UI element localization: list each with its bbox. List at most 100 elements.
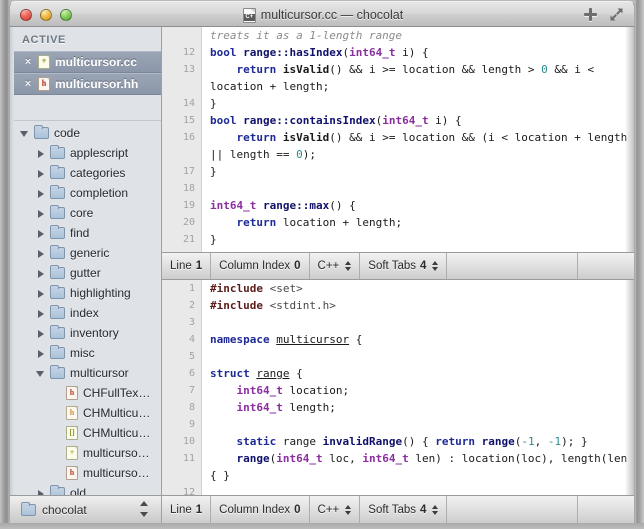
language-selector[interactable]: C++ xyxy=(310,496,361,523)
tree-file-chmulticu[interactable]: hCHMulticu… xyxy=(10,403,161,423)
tree-file-chmulticu[interactable]: []CHMulticu… xyxy=(10,423,161,443)
code-text[interactable]: #include <set> xyxy=(202,280,635,297)
code-text[interactable]: return isValid() && i >= location && len… xyxy=(202,61,635,95)
code-line[interactable]: 12bool range::hasIndex(int64_t i) { xyxy=(162,44,635,61)
code-line[interactable]: 21} xyxy=(162,231,635,248)
code-text[interactable]: int64_t length; xyxy=(202,399,635,416)
code-line[interactable]: 9 xyxy=(162,416,635,433)
line-indicator[interactable]: Line 1 xyxy=(162,253,211,279)
tree-folder-find[interactable]: find xyxy=(10,223,161,243)
tree-folder-inventory[interactable]: inventory xyxy=(10,323,161,343)
line-indicator[interactable]: Line 1 xyxy=(162,496,211,523)
soft-tabs-selector[interactable]: Soft Tabs 4 xyxy=(360,253,447,279)
chevron-right-icon[interactable] xyxy=(36,149,45,158)
code-line[interactable]: 8 int64_t length; xyxy=(162,399,635,416)
editor-pane-bottom[interactable]: 1#include <set>2#include <stdint.h>34nam… xyxy=(162,280,635,495)
code-line[interactable]: 4namespace multicursor { xyxy=(162,331,635,348)
chevron-right-icon[interactable] xyxy=(36,249,45,258)
chevron-down-icon[interactable] xyxy=(20,129,29,138)
code-line[interactable]: 5 xyxy=(162,348,635,365)
code-text[interactable]: treats it as a 1-length range xyxy=(202,27,635,44)
language-selector[interactable]: C++ xyxy=(310,253,361,279)
active-file-multicursor-hh[interactable]: × h multicursor.hh xyxy=(10,73,161,95)
active-file-multicursor-cc[interactable]: × + multicursor.cc xyxy=(10,51,161,73)
fullscreen-button[interactable] xyxy=(608,6,625,23)
code-line[interactable]: 1#include <set> xyxy=(162,280,635,297)
code-line[interactable]: 14} xyxy=(162,95,635,112)
code-lines-top[interactable]: treats it as a 1-length range12bool rang… xyxy=(162,27,635,252)
chevron-right-icon[interactable] xyxy=(36,309,45,318)
tree-folder-generic[interactable]: generic xyxy=(10,243,161,263)
code-text[interactable]: int64_t range::max() { xyxy=(202,197,635,214)
minimize-button[interactable] xyxy=(40,9,52,21)
code-line[interactable]: 13 return isValid() && i >= location && … xyxy=(162,61,635,95)
tree-folder-multicursor[interactable]: multicursor xyxy=(10,363,161,383)
code-text[interactable] xyxy=(202,416,635,433)
tree-folder-applescript[interactable]: applescript xyxy=(10,143,161,163)
code-text[interactable] xyxy=(202,314,635,331)
code-line[interactable]: 15bool range::containsIndex(int64_t i) { xyxy=(162,112,635,129)
chevron-right-icon[interactable] xyxy=(36,189,45,198)
tree-folder-completion[interactable]: completion xyxy=(10,183,161,203)
project-stepper[interactable] xyxy=(139,501,148,517)
code-line[interactable]: 17} xyxy=(162,163,635,180)
code-text[interactable] xyxy=(202,180,635,197)
code-text[interactable] xyxy=(202,348,635,365)
tree-folder-core[interactable]: core xyxy=(10,203,161,223)
code-line[interactable]: 16 return isValid() && i >= location && … xyxy=(162,129,635,163)
code-line[interactable]: 3 xyxy=(162,314,635,331)
soft-tabs-selector[interactable]: Soft Tabs 4 xyxy=(360,496,447,523)
code-line[interactable]: 19int64_t range::max() { xyxy=(162,197,635,214)
close-button[interactable] xyxy=(20,9,32,21)
column-indicator[interactable]: Column Index 0 xyxy=(211,496,309,523)
code-text[interactable]: static range invalidRange() { return ran… xyxy=(202,433,635,450)
code-line[interactable]: 12 xyxy=(162,484,635,495)
chevron-right-icon[interactable] xyxy=(36,269,45,278)
code-text[interactable]: return location + length; xyxy=(202,214,635,231)
code-text[interactable]: bool range::containsIndex(int64_t i) { xyxy=(202,112,635,129)
window-titlebar[interactable]: C+ multicursor.cc — chocolat xyxy=(9,1,635,27)
code-text[interactable]: namespace multicursor { xyxy=(202,331,635,348)
zoom-button[interactable] xyxy=(60,9,72,21)
chevron-right-icon[interactable] xyxy=(36,209,45,218)
code-lines-bottom[interactable]: 1#include <set>2#include <stdint.h>34nam… xyxy=(162,280,635,495)
code-viewport-bottom[interactable]: 1#include <set>2#include <stdint.h>34nam… xyxy=(162,280,635,495)
tree-file-multicurso[interactable]: hmulticurso… xyxy=(10,463,161,483)
close-icon[interactable]: × xyxy=(23,78,33,90)
chevron-right-icon[interactable] xyxy=(36,289,45,298)
code-text[interactable]: } xyxy=(202,231,635,248)
code-line[interactable]: 10 static range invalidRange() { return … xyxy=(162,433,635,450)
chevron-right-icon[interactable] xyxy=(36,169,45,178)
code-text[interactable]: bool range::hasIndex(int64_t i) { xyxy=(202,44,635,61)
tree-file-multicurso[interactable]: +multicurso… xyxy=(10,443,161,463)
code-text[interactable]: #include <stdint.h> xyxy=(202,297,635,314)
tree-folder-code[interactable]: code xyxy=(10,123,161,143)
sidebar-scrollbar[interactable] xyxy=(10,27,14,495)
tree-folder-categories[interactable]: categories xyxy=(10,163,161,183)
vertical-scrollbar-bottom[interactable] xyxy=(625,280,635,495)
code-text[interactable]: range(int64_t loc, int64_t len) : locati… xyxy=(202,450,635,484)
editor-pane-top[interactable]: treats it as a 1-length range12bool rang… xyxy=(162,27,635,252)
code-line[interactable]: 7 int64_t location; xyxy=(162,382,635,399)
tree-folder-highlighting[interactable]: highlighting xyxy=(10,283,161,303)
code-line[interactable]: treats it as a 1-length range xyxy=(162,27,635,44)
code-text[interactable]: return isValid() && i >= location && (i … xyxy=(202,129,635,163)
code-text[interactable]: } xyxy=(202,163,635,180)
code-line[interactable]: 11 range(int64_t loc, int64_t len) : loc… xyxy=(162,450,635,484)
code-line[interactable]: 6struct range { xyxy=(162,365,635,382)
code-line[interactable]: 2#include <stdint.h> xyxy=(162,297,635,314)
chevron-right-icon[interactable] xyxy=(36,329,45,338)
code-line[interactable]: 18 xyxy=(162,180,635,197)
chevron-down-icon[interactable] xyxy=(36,369,45,378)
column-indicator[interactable]: Column Index 0 xyxy=(211,253,309,279)
tree-folder-gutter[interactable]: gutter xyxy=(10,263,161,283)
close-icon[interactable]: × xyxy=(23,56,33,68)
code-text[interactable]: struct range { xyxy=(202,365,635,382)
tree-folder-misc[interactable]: misc xyxy=(10,343,161,363)
sidebar-footer[interactable]: chocolat xyxy=(10,495,162,523)
add-split-button[interactable] xyxy=(582,6,599,23)
code-text[interactable]: int64_t location; xyxy=(202,382,635,399)
code-viewport-top[interactable]: treats it as a 1-length range12bool rang… xyxy=(162,27,635,252)
chevron-right-icon[interactable] xyxy=(36,229,45,238)
tree-file-chfulltex[interactable]: hCHFullTex… xyxy=(10,383,161,403)
